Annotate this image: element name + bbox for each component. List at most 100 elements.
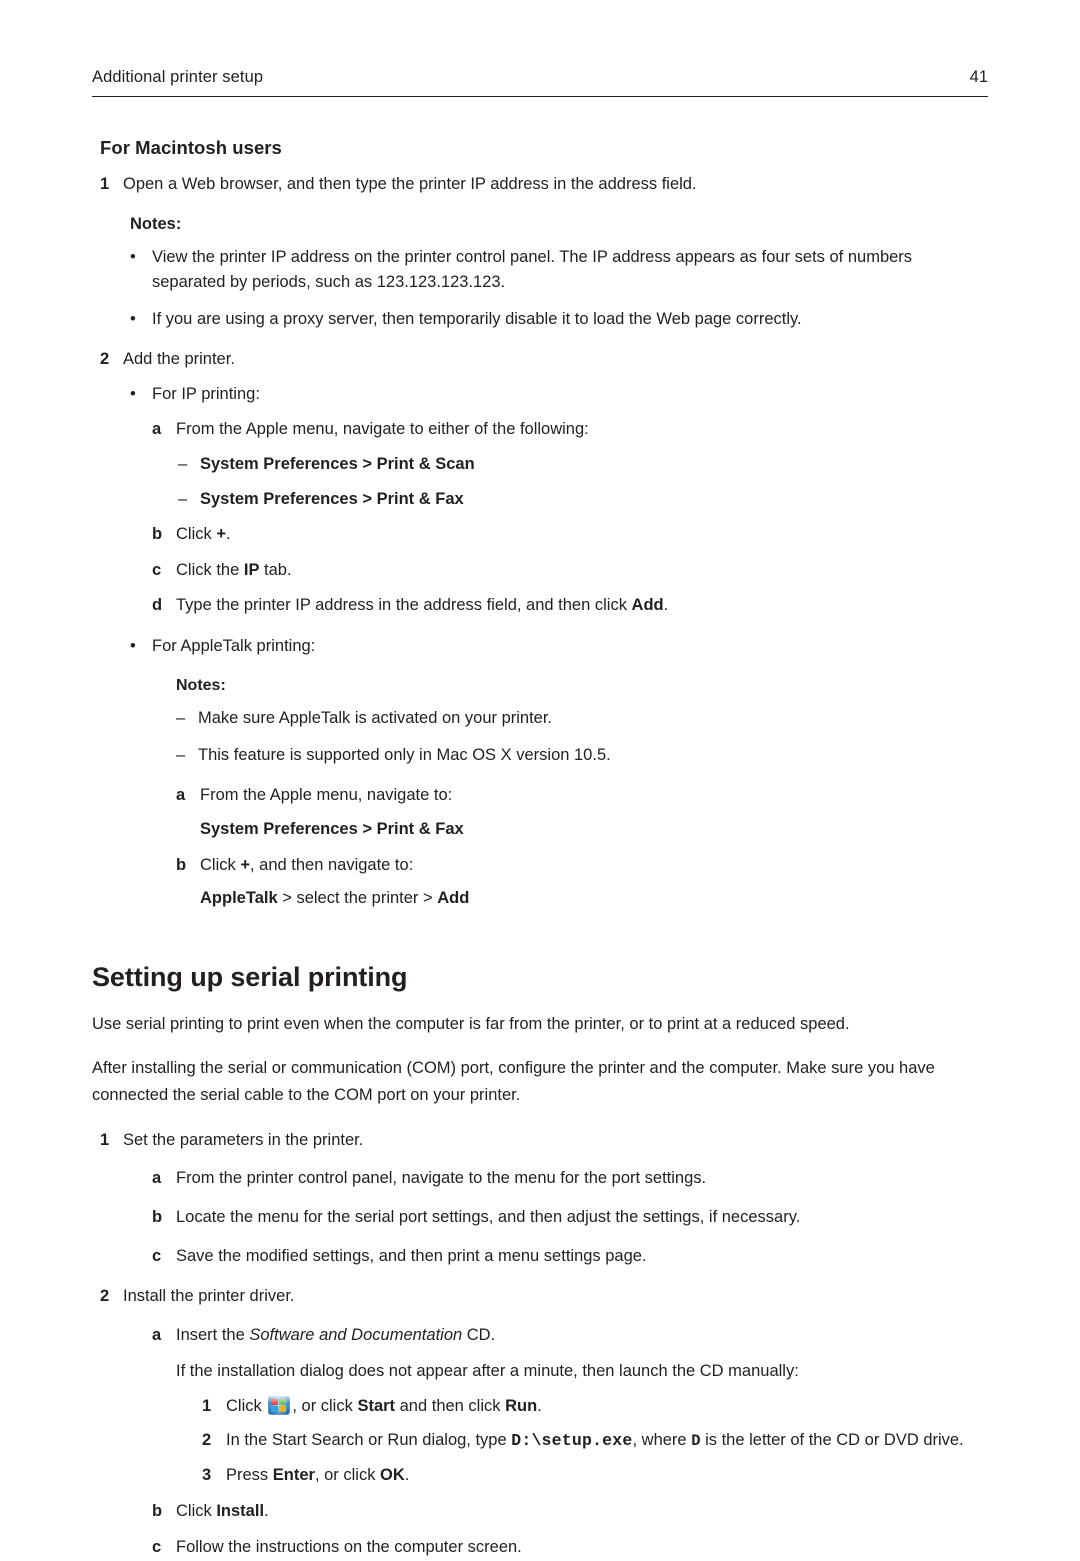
list-marker: 2 [100,1287,110,1306]
list-item: – Make sure AppleTalk is activated on yo… [176,706,988,732]
list-text: System Preferences > Print & Fax [200,489,464,508]
list-text: Make sure AppleTalk is activated on your… [198,709,553,728]
list-item: 3 Press Enter, or click OK. [202,1463,988,1489]
list-text-end: , and then navigate to: [249,855,414,874]
list-text-end: CD. [462,1325,496,1344]
list-marker: 1 [100,175,110,193]
list-marker: b [176,855,187,874]
list-subtext-bold: AppleTalk [200,889,278,908]
list-marker: c [152,1538,162,1557]
list-text: System Preferences > Print & Scan [200,454,475,473]
windows-start-icon[interactable] [268,1395,291,1415]
list-text: Set the parameters in the printer. [123,1130,364,1149]
list-text: Click the [176,560,244,579]
list-text: Insert the [176,1325,250,1344]
list-text: If you are using a proxy server, then te… [152,309,802,328]
emphasis-text: Start [357,1396,396,1415]
dash-icon: – [176,709,186,728]
dash-icon: – [176,745,186,764]
dash-icon: – [178,489,188,508]
dash-icon: – [178,454,188,473]
drive-letter-text: D [691,1432,701,1451]
list-text-mid: , where [632,1431,692,1450]
list-marker: d [152,596,163,615]
list-item: 1 Click , or click Start and then click … [202,1394,988,1420]
header-title: Additional printer setup [92,68,264,86]
italic-title: Software and Documentation [249,1325,463,1344]
list-text: For AppleTalk printing: [152,636,316,655]
page-header: Additional printer setup 41 [92,68,988,97]
list-item: b Click Install. [152,1499,988,1525]
list-marker: 3 [202,1465,212,1484]
paragraph-serial-1: Use serial printing to print even when t… [92,1014,850,1033]
list-item: • If you are using a proxy server, then … [130,307,988,333]
list-marker: b [152,1207,163,1226]
document-page: Additional printer setup 41 For Macintos… [0,0,1080,1556]
list-item: c Click the IP tab. [152,558,988,584]
list-marker: b [152,525,163,544]
list-item: b Click +. [152,522,988,548]
list-item: • View the printer IP address on the pri… [130,245,988,296]
section-heading-serial: Setting up serial printing [92,961,408,992]
list-item: c Save the modified settings, and then p… [152,1244,988,1270]
list-text: For IP printing: [152,384,260,403]
command-text: D:\setup.exe [511,1431,633,1451]
list-item: c Follow the instructions on the compute… [152,1535,988,1561]
list-text-mid: , or click [292,1396,358,1415]
list-marker: c [152,1246,162,1265]
list-item: 1 Set the parameters in the printer. [100,1128,988,1154]
list-text: Click [226,1396,267,1415]
list-text: Press [226,1465,273,1484]
list-text: Follow the instructions on the computer … [176,1538,522,1557]
emphasis-text: IP [243,560,260,579]
list-text-mid: , or click [314,1465,381,1484]
list-text-mid-2: and then click [395,1396,506,1415]
list-item: a Insert the Software and Documentation … [152,1323,988,1349]
emphasis-text: Enter [272,1465,315,1484]
list-marker: b [152,1502,163,1521]
emphasis-text-2: OK [380,1465,405,1484]
list-text-end: is the letter of the CD or DVD drive. [700,1431,964,1450]
list-text: In the Start Search or Run dialog, type [226,1431,512,1450]
list-marker: 2 [100,350,110,369]
installation-note: If the installation dialog does not appe… [152,1359,988,1385]
emphasis-text: + [216,525,226,544]
list-item: b Click +, and then navigate to: AppleTa… [176,853,988,912]
list-text: Click [176,525,217,544]
list-item: – System Preferences > Print & Fax [178,487,988,513]
list-marker: a [152,1325,162,1344]
list-text: Install the printer driver. [123,1287,295,1306]
emphasis-text: Add [631,596,664,615]
page-number: 41 [969,68,988,86]
bullet-icon: • [130,309,136,328]
list-text-end: . [537,1396,542,1415]
list-text-end: tab. [259,560,292,579]
list-subtext-bold-2: Add [437,889,470,908]
list-marker: a [152,1169,162,1188]
bullet-icon: • [130,636,136,655]
list-marker-spacer [152,1359,176,1385]
list-item: – This feature is supported only in Mac … [176,743,988,769]
list-subtext-mid: > select the printer > [277,889,438,908]
list-text: If the installation dialog does not appe… [176,1362,799,1381]
list-text: Click [200,855,241,874]
list-marker: c [152,560,162,579]
list-marker: a [176,786,186,805]
list-item: a From the printer control panel, naviga… [152,1166,988,1192]
list-text: From the printer control panel, navigate… [176,1169,707,1188]
list-item: a From the Apple menu, navigate to: Syst… [176,783,988,842]
list-marker: a [152,420,162,439]
emphasis-text: + [240,855,250,874]
list-item: a From the Apple menu, navigate to eithe… [152,417,988,443]
list-text: Open a Web browser, and then type the pr… [123,175,697,193]
list-text-end: . [225,525,231,544]
paragraph-serial-2: After installing the serial or communica… [92,1059,935,1105]
list-subtext: System Preferences > Print & Fax [200,820,464,838]
list-text: From the Apple menu, navigate to either … [176,420,589,439]
list-text: Type the printer IP address in the addre… [176,596,632,615]
list-item: b Locate the menu for the serial port se… [152,1205,988,1231]
list-text: View the printer IP address on the print… [152,247,913,292]
list-item: 2 In the Start Search or Run dialog, typ… [202,1428,988,1454]
list-text: From the Apple menu, navigate to: [200,786,453,805]
emphasis-text: Install [216,1502,265,1521]
